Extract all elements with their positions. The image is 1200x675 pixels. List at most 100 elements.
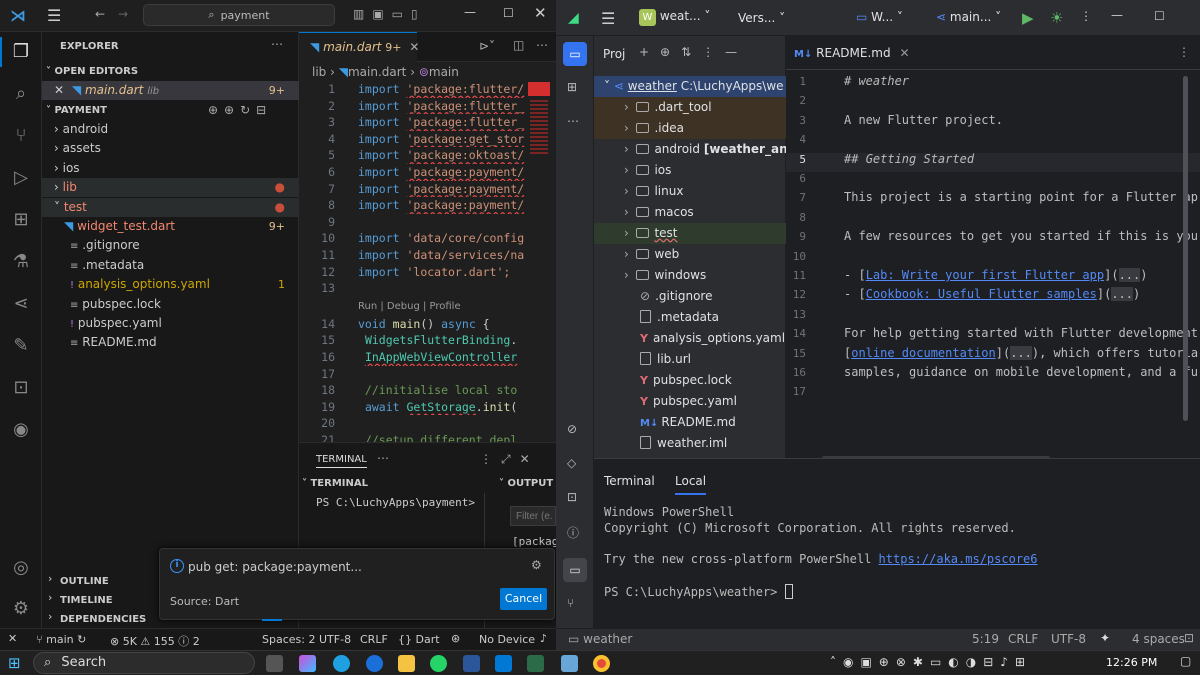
- more-icon[interactable]: ⋯: [271, 37, 283, 51]
- device-widget[interactable]: ▭ W... ˅: [856, 10, 903, 24]
- terminal-prompt[interactable]: PS C:\LuchyApps\payment>: [316, 496, 475, 509]
- preview-icon[interactable]: ◉: [9, 418, 33, 442]
- flutter-inspector-icon[interactable]: ⊘: [567, 422, 577, 436]
- remote-icon[interactable]: ⊡: [9, 376, 33, 400]
- ai-icon[interactable]: ✦: [1100, 631, 1110, 645]
- lock-icon[interactable]: ⊡: [1184, 631, 1194, 645]
- close-icon[interactable]: ✕: [409, 40, 419, 54]
- remote-icon[interactable]: ✕: [8, 632, 17, 645]
- explorer-item[interactable]: › ios: [42, 159, 299, 178]
- account-icon[interactable]: ◎: [9, 556, 33, 580]
- project-panel-title[interactable]: Proj: [603, 47, 625, 61]
- breadcrumb-file[interactable]: main.dart: [348, 65, 406, 79]
- whatsapp-icon[interactable]: [430, 655, 447, 672]
- maximize-icon[interactable]: ☐: [1154, 9, 1165, 23]
- project-item[interactable]: › test: [594, 223, 786, 244]
- panel-actions[interactable]: +⊕⇅⋮—: [639, 45, 748, 59]
- more-tools-icon[interactable]: ⋯: [567, 114, 579, 128]
- panel-actions[interactable]: ⋮⤢✕: [480, 452, 539, 467]
- project-item[interactable]: M↓ README.md: [594, 412, 786, 433]
- open-editors-header[interactable]: ˅ OPEN EDITORS: [42, 62, 299, 81]
- edge-icon[interactable]: [333, 655, 350, 672]
- flutter-icon[interactable]: ⋖: [9, 292, 33, 316]
- maximize-icon[interactable]: ☐: [503, 6, 514, 20]
- run-icon[interactable]: ⊳˅: [479, 39, 495, 53]
- project-item[interactable]: › web: [594, 244, 786, 265]
- indent-status[interactable]: Spaces: 2: [262, 633, 315, 646]
- branch-status[interactable]: ⑂ main ↻: [36, 633, 86, 646]
- search-icon[interactable]: ⌕: [9, 82, 33, 106]
- explorer-item[interactable]: ! pubspec.yaml: [42, 314, 299, 333]
- open-editor-item[interactable]: ✕ ◥ main.dart lib 9+: [42, 81, 299, 100]
- more-icon[interactable]: ⋮: [1080, 9, 1092, 23]
- explorer-item[interactable]: ≡ README.md: [42, 333, 299, 352]
- android-icon[interactable]: ⊡: [567, 490, 577, 504]
- start-icon[interactable]: ⊞: [8, 654, 21, 672]
- problems-status[interactable]: ⊗ 5K ⚠ 155 ⓘ 2: [110, 633, 200, 649]
- indent-status[interactable]: 4 spaces: [1132, 632, 1185, 646]
- vscode-taskbar-icon[interactable]: [495, 655, 512, 672]
- copilot-icon[interactable]: [299, 655, 316, 672]
- close-icon[interactable]: ✕: [54, 83, 64, 97]
- word-icon[interactable]: [463, 655, 480, 672]
- terminal-tab-local[interactable]: Local: [675, 474, 707, 495]
- taskbar-search[interactable]: ⌕ Search: [33, 652, 255, 674]
- project-item[interactable]: Yanalysis_options.yaml: [594, 328, 786, 349]
- encoding-status[interactable]: UTF-8: [319, 633, 351, 646]
- menu-icon[interactable]: ☰: [601, 9, 615, 28]
- project-item[interactable]: weather.iml: [594, 433, 786, 454]
- eol-status[interactable]: CRLF: [360, 633, 388, 646]
- explorer-item[interactable]: ≡ .metadata: [42, 256, 299, 275]
- project-item[interactable]: ⊘ .gitignore: [594, 286, 786, 307]
- project-item[interactable]: › linux: [594, 181, 786, 202]
- run-icon[interactable]: ▶: [1022, 9, 1034, 27]
- android-studio-taskbar-icon[interactable]: [527, 655, 544, 672]
- codelens[interactable]: Run | Debug | Profile: [299, 299, 556, 316]
- minimize-icon[interactable]: —: [1111, 8, 1123, 22]
- explorer-item[interactable]: ! analysis_options.yaml 1: [42, 275, 299, 294]
- settings-gear-icon[interactable]: ⚙: [9, 597, 33, 621]
- extensions-icon[interactable]: ⊞: [9, 208, 33, 232]
- output-filter-input[interactable]: [510, 506, 556, 526]
- project-item[interactable]: › macos: [594, 202, 786, 223]
- more-icon[interactable]: ⋯: [377, 451, 389, 465]
- breadcrumb-lib[interactable]: lib: [312, 65, 326, 79]
- edit-icon[interactable]: ✎: [9, 334, 33, 358]
- close-icon[interactable]: ✕: [534, 4, 547, 22]
- gear-icon[interactable]: ⚙: [531, 558, 542, 572]
- explorer-item[interactable]: › android: [42, 120, 299, 139]
- readme-editor[interactable]: M↓ README.md ✕ ⋮ 1 # weather 2 3 A new Flutt…: [786, 36, 1200, 460]
- structure-icon[interactable]: ⊞: [567, 80, 577, 94]
- clock[interactable]: 12:26 PM: [1106, 656, 1157, 669]
- encoding-status[interactable]: UTF-8: [1051, 632, 1086, 646]
- project-widget[interactable]: W weat... ˅: [639, 9, 710, 26]
- device-status[interactable]: No Device: [479, 633, 535, 646]
- notepad-icon[interactable]: [561, 655, 578, 672]
- new-file-icons[interactable]: ⊕⊕↻⊟: [208, 101, 272, 120]
- project-item[interactable]: › .dart_tool: [594, 97, 786, 118]
- project-item[interactable]: › windows: [594, 265, 786, 286]
- more-icon[interactable]: ⋮: [1178, 45, 1190, 59]
- system-tray-icons[interactable]: ˄◉▣⊕⊗✱▭◐◑⊟♪⊞: [830, 655, 1032, 669]
- project-item[interactable]: › .idea: [594, 118, 786, 139]
- project-item[interactable]: Ypubspec.yaml: [594, 391, 786, 412]
- split-editor-icon[interactable]: ◫: [513, 38, 524, 52]
- eol-status[interactable]: CRLF: [1008, 632, 1038, 646]
- editor-scrollbar[interactable]: [1183, 76, 1188, 421]
- language-status[interactable]: {} Dart: [398, 633, 440, 646]
- project-item[interactable]: .metadata: [594, 307, 786, 328]
- studio-terminal[interactable]: Terminal Local Windows PowerShell Copyrig…: [594, 458, 1200, 628]
- problems-icon[interactable]: ⓘ: [567, 524, 579, 541]
- terminal-title[interactable]: Terminal: [604, 474, 655, 488]
- run-debug-icon[interactable]: ▷: [9, 166, 33, 190]
- vcs-tool-icon[interactable]: ⑂: [567, 596, 574, 610]
- notification-icon[interactable]: ▢: [1180, 654, 1191, 668]
- editor-tab-readme[interactable]: M↓ README.md ✕: [794, 46, 910, 60]
- cancel-button[interactable]: Cancel: [500, 588, 547, 610]
- explorer-item[interactable]: ≡ .gitignore: [42, 236, 299, 255]
- minimap[interactable]: [528, 82, 550, 172]
- ie-icon[interactable]: [366, 655, 383, 672]
- caret-status[interactable]: 5:19: [972, 632, 999, 646]
- task-view-icon[interactable]: [266, 655, 283, 672]
- command-search-input[interactable]: ⌕ payment: [143, 4, 335, 26]
